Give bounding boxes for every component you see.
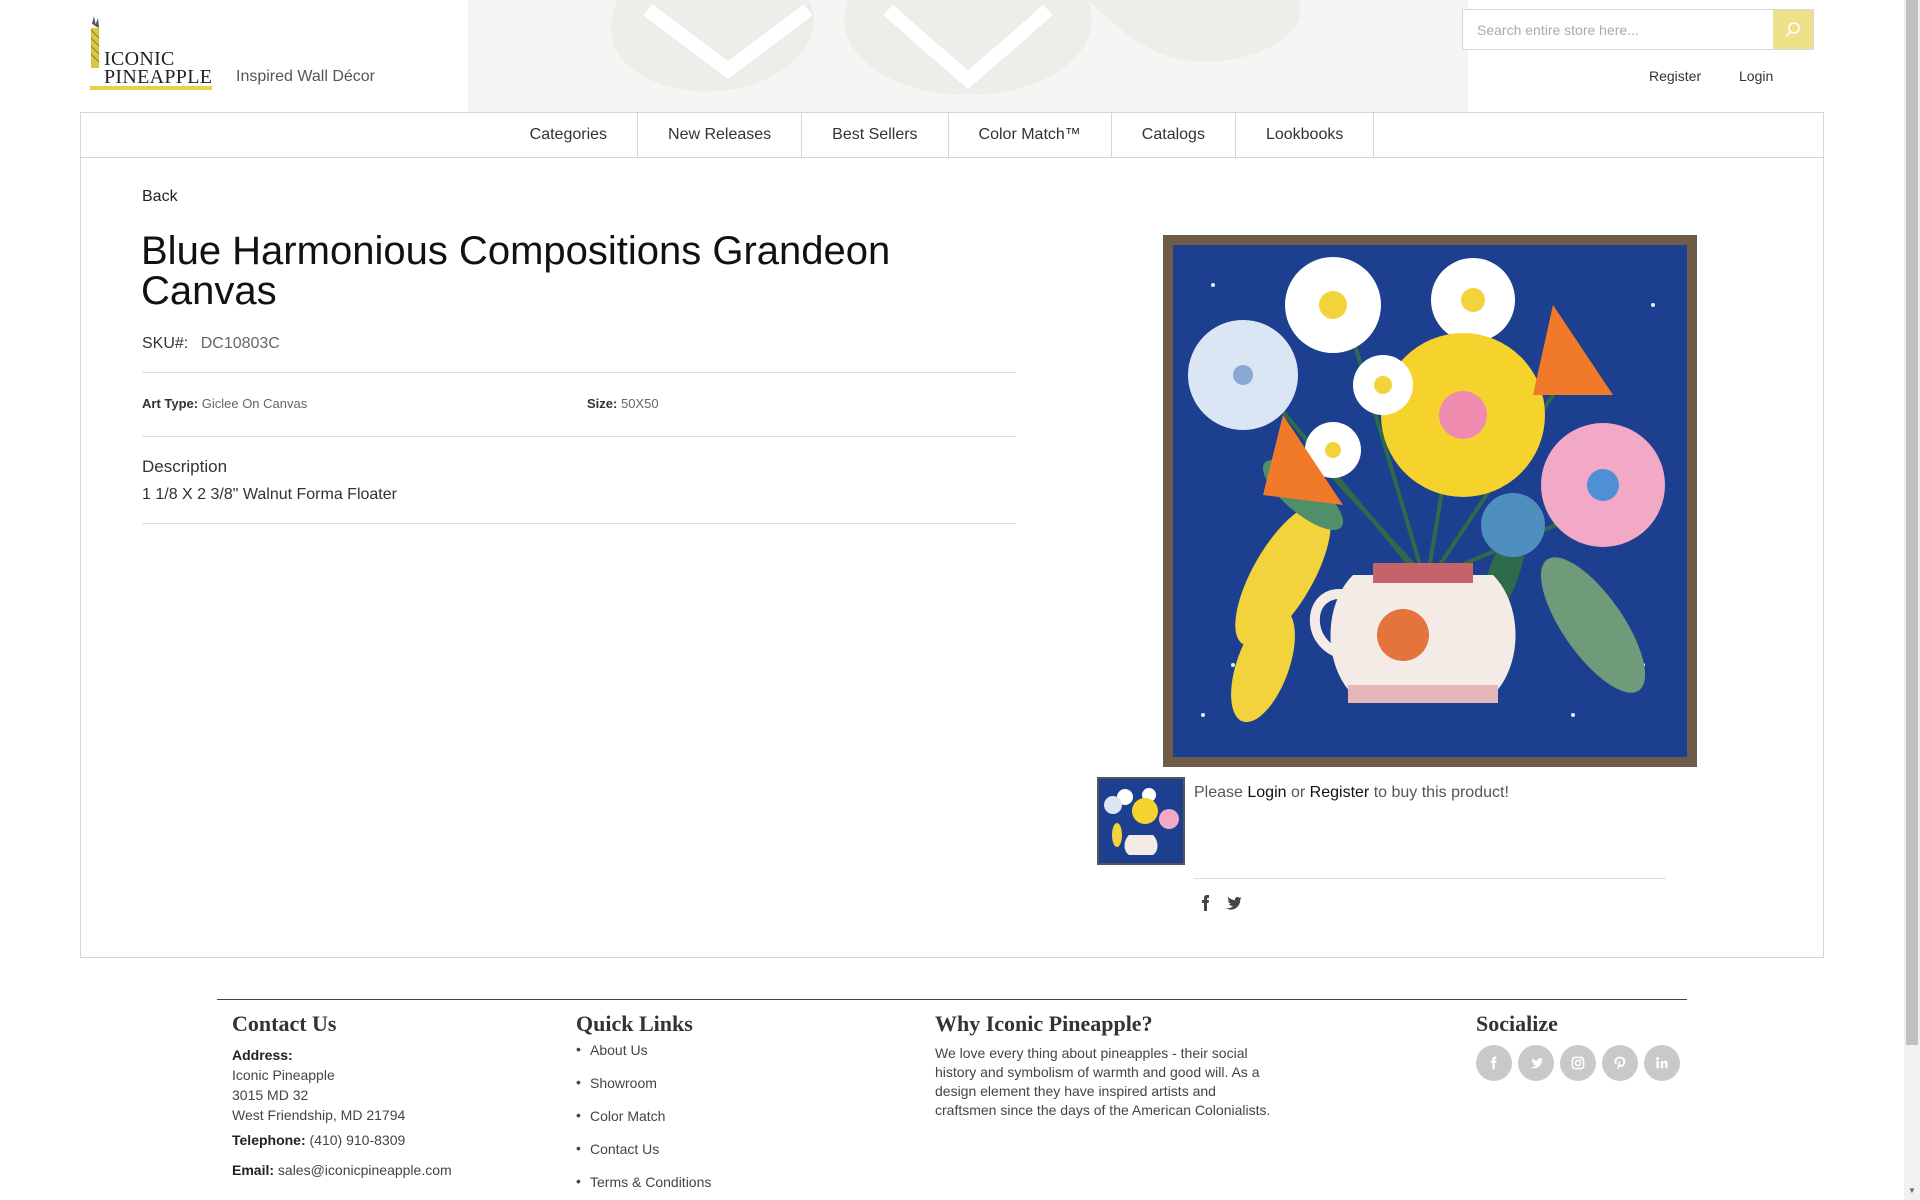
- site-tagline: Inspired Wall Décor: [236, 68, 376, 85]
- art-type-value: Giclee On Canvas: [201, 396, 308, 411]
- pinterest-icon[interactable]: [1602, 1045, 1638, 1081]
- back-link[interactable]: Back: [142, 188, 178, 206]
- buy-login-link[interactable]: Login: [1247, 784, 1286, 801]
- email-label: Email:: [232, 1162, 275, 1178]
- main-nav: Categories New Releases Best Sellers Col…: [81, 113, 1823, 158]
- address-label: Address:: [232, 1047, 293, 1063]
- logo-underline: [90, 86, 212, 90]
- instagram-icon[interactable]: [1560, 1045, 1596, 1081]
- sku-value: DC10803C: [200, 335, 280, 352]
- socialize-heading: Socialize: [1476, 1011, 1558, 1036]
- art-type: Art Type: Giclee On Canvas: [142, 396, 307, 411]
- share-twitter-icon[interactable]: [1223, 893, 1243, 913]
- quick-links-heading: Quick Links: [576, 1011, 693, 1036]
- page-scrollbar-thumb[interactable]: [1906, 0, 1918, 1045]
- painting-thumbnail-image: [1099, 779, 1183, 863]
- contact-email: Email: sales@iconicpineapple.com: [232, 1160, 452, 1180]
- nav-item-new-releases[interactable]: New Releases: [638, 113, 803, 157]
- product-main-image[interactable]: [1163, 235, 1697, 767]
- nav-item-categories[interactable]: Categories: [500, 113, 639, 157]
- header-decorative-background: [468, 0, 1468, 112]
- address-line: 3015 MD 32: [232, 1087, 309, 1103]
- login-link[interactable]: Login: [1739, 68, 1773, 84]
- quick-link-about-us[interactable]: About Us: [576, 1041, 711, 1075]
- product-panel: Categories New Releases Best Sellers Col…: [80, 112, 1824, 958]
- art-type-label: Art Type:: [142, 396, 199, 411]
- quick-links-list: About Us Showroom Color Match Contact Us…: [576, 1041, 711, 1200]
- contact-heading: Contact Us: [232, 1011, 337, 1036]
- why-text: We love every thing about pineapples - t…: [935, 1045, 1271, 1118]
- contact-address-label: Address:: [232, 1045, 293, 1065]
- size-label: Size:: [587, 396, 618, 411]
- buy-prompt-suffix: to buy this product!: [1373, 784, 1509, 801]
- search-button[interactable]: [1773, 10, 1813, 49]
- description-heading: Description: [142, 457, 228, 476]
- why-heading: Why Iconic Pineapple?: [935, 1011, 1153, 1036]
- buy-prompt: Please Login or Register to buy this pro…: [1194, 784, 1509, 802]
- address-line: West Friendship, MD 21794: [232, 1107, 406, 1123]
- quick-link-contact-us[interactable]: Contact Us: [576, 1140, 711, 1174]
- share-facebook-icon[interactable]: [1196, 893, 1216, 913]
- search-input[interactable]: [1463, 10, 1773, 49]
- divider: [142, 436, 1016, 437]
- product-sku: SKU#: DC10803C: [142, 335, 280, 353]
- linkedin-icon[interactable]: [1644, 1045, 1680, 1081]
- divider: [142, 523, 1016, 524]
- buy-prompt-or: or: [1290, 784, 1306, 801]
- nav-item-lookbooks[interactable]: Lookbooks: [1236, 113, 1375, 157]
- nav-item-color-match[interactable]: Color Match™: [949, 113, 1112, 157]
- scroll-down-arrow-icon[interactable]: ▼: [1906, 1186, 1918, 1198]
- register-link[interactable]: Register: [1649, 68, 1701, 84]
- product-thumbnail[interactable]: [1097, 777, 1185, 865]
- nav-item-best-sellers[interactable]: Best Sellers: [802, 113, 949, 157]
- contact-telephone: Telephone: (410) 910-8309: [232, 1130, 405, 1150]
- buy-register-link[interactable]: Register: [1310, 784, 1370, 801]
- search-icon: [1785, 21, 1800, 37]
- search-bar: [1462, 9, 1814, 50]
- footer-divider: [217, 999, 1687, 1000]
- sku-label: SKU#:: [142, 335, 189, 352]
- description-text: 1 1/8 X 2 3/8" Walnut Forma Floater: [142, 486, 397, 503]
- size-value: 50X50: [620, 396, 659, 411]
- painting-flowers-image: [1173, 245, 1687, 757]
- quick-link-showroom[interactable]: Showroom: [576, 1074, 711, 1108]
- address-line: Iconic Pineapple: [232, 1067, 335, 1083]
- divider: [1194, 878, 1666, 879]
- buy-prompt-prefix: Please: [1194, 784, 1243, 801]
- email-value[interactable]: sales@iconicpineapple.com: [278, 1162, 452, 1178]
- nav-item-catalogs[interactable]: Catalogs: [1112, 113, 1236, 157]
- twitter-icon[interactable]: [1518, 1045, 1554, 1081]
- telephone-value[interactable]: (410) 910-8309: [310, 1132, 406, 1148]
- divider: [142, 372, 1016, 373]
- quick-link-terms[interactable]: Terms & Conditions: [576, 1173, 711, 1200]
- telephone-label: Telephone:: [232, 1132, 306, 1148]
- quick-link-color-match[interactable]: Color Match: [576, 1107, 711, 1141]
- size: Size: 50X50: [587, 396, 659, 411]
- facebook-icon[interactable]: [1476, 1045, 1512, 1081]
- product-title: Blue Harmonious Compositions Grandeon Ca…: [141, 229, 891, 313]
